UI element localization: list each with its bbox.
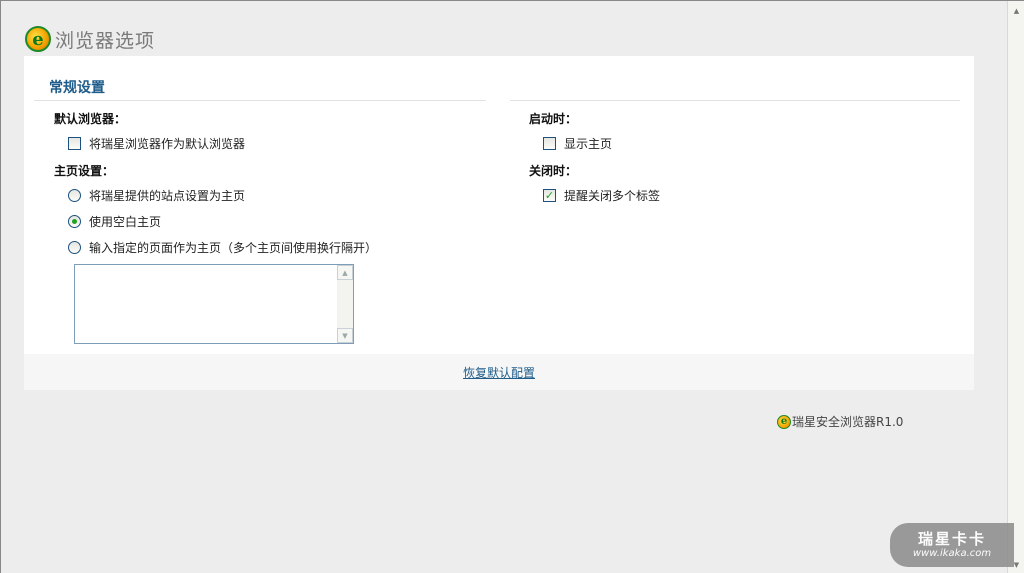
show-homepage-checkbox[interactable]: 显示主页 [543, 135, 612, 152]
window-scrollbar[interactable]: ▲ ▼ [1007, 1, 1024, 573]
set-default-browser-checkbox[interactable]: 将瑞星浏览器作为默认浏览器 [68, 135, 245, 152]
homepage-option-custom[interactable]: 输入指定的页面作为主页（多个主页间使用换行隔开） [68, 239, 377, 256]
watermark-url: www.ikaka.com [912, 547, 992, 559]
watermark-title: 瑞星卡卡 [917, 529, 986, 548]
warn-close-tabs-checkbox[interactable]: ✓ 提醒关闭多个标签 [543, 187, 660, 204]
divider-left [34, 100, 486, 101]
checkbox-unchecked[interactable] [68, 137, 81, 150]
homepage-url-textarea[interactable]: ▲ ▼ [74, 264, 354, 344]
warn-close-tabs-label: 提醒关闭多个标签 [564, 189, 661, 203]
page-title: 浏览器选项 [55, 29, 156, 52]
radio-selected[interactable] [68, 215, 81, 228]
panel-footer: 恢复默认配置 [24, 354, 974, 390]
radio-unselected[interactable] [68, 241, 81, 254]
show-homepage-label: 显示主页 [564, 137, 613, 151]
homepage-option-blank-label: 使用空白主页 [89, 215, 162, 229]
radio-dot-icon [72, 219, 77, 224]
section-title: 常规设置 [49, 80, 105, 96]
textarea-scroll-down-icon[interactable]: ▼ [337, 328, 353, 343]
homepage-option-rising[interactable]: 将瑞星提供的站点设置为主页 [68, 187, 245, 204]
divider-right [510, 100, 960, 101]
checkbox-unchecked[interactable] [543, 137, 556, 150]
version-info: e 瑞星安全浏览器R1.0 [777, 413, 903, 430]
default-browser-label: 默认浏览器： [54, 112, 127, 126]
set-default-browser-label: 将瑞星浏览器作为默认浏览器 [89, 137, 246, 151]
watermark-logo: 瑞星卡卡 www.ikaka.com [890, 523, 1014, 567]
settings-panel: 常规设置 默认浏览器： 将瑞星浏览器作为默认浏览器 主页设置： 将瑞星提供的站点… [24, 56, 974, 354]
browser-logo-icon: e [25, 26, 51, 52]
on-close-label: 关闭时： [529, 164, 578, 178]
checkmark-icon: ✓ [544, 189, 555, 202]
textarea-scrollbar[interactable]: ▲ ▼ [337, 265, 353, 343]
checkbox-checked[interactable]: ✓ [543, 189, 556, 202]
textarea-scroll-up-icon[interactable]: ▲ [337, 265, 353, 280]
radio-unselected[interactable] [68, 189, 81, 202]
homepage-option-custom-label: 输入指定的页面作为主页（多个主页间使用换行隔开） [89, 241, 378, 255]
startup-label: 启动时： [529, 112, 578, 126]
browser-small-logo-icon: e [777, 414, 791, 429]
homepage-option-rising-label: 将瑞星提供的站点设置为主页 [89, 189, 246, 203]
version-text: 瑞星安全浏览器R1.0 [792, 415, 904, 429]
restore-defaults-link[interactable]: 恢复默认配置 [463, 364, 535, 381]
scroll-up-icon[interactable]: ▲ [1009, 3, 1024, 18]
page-header: e 浏览器选项 [25, 25, 155, 53]
homepage-settings-label: 主页设置： [54, 164, 115, 178]
homepage-option-blank[interactable]: 使用空白主页 [68, 213, 161, 230]
